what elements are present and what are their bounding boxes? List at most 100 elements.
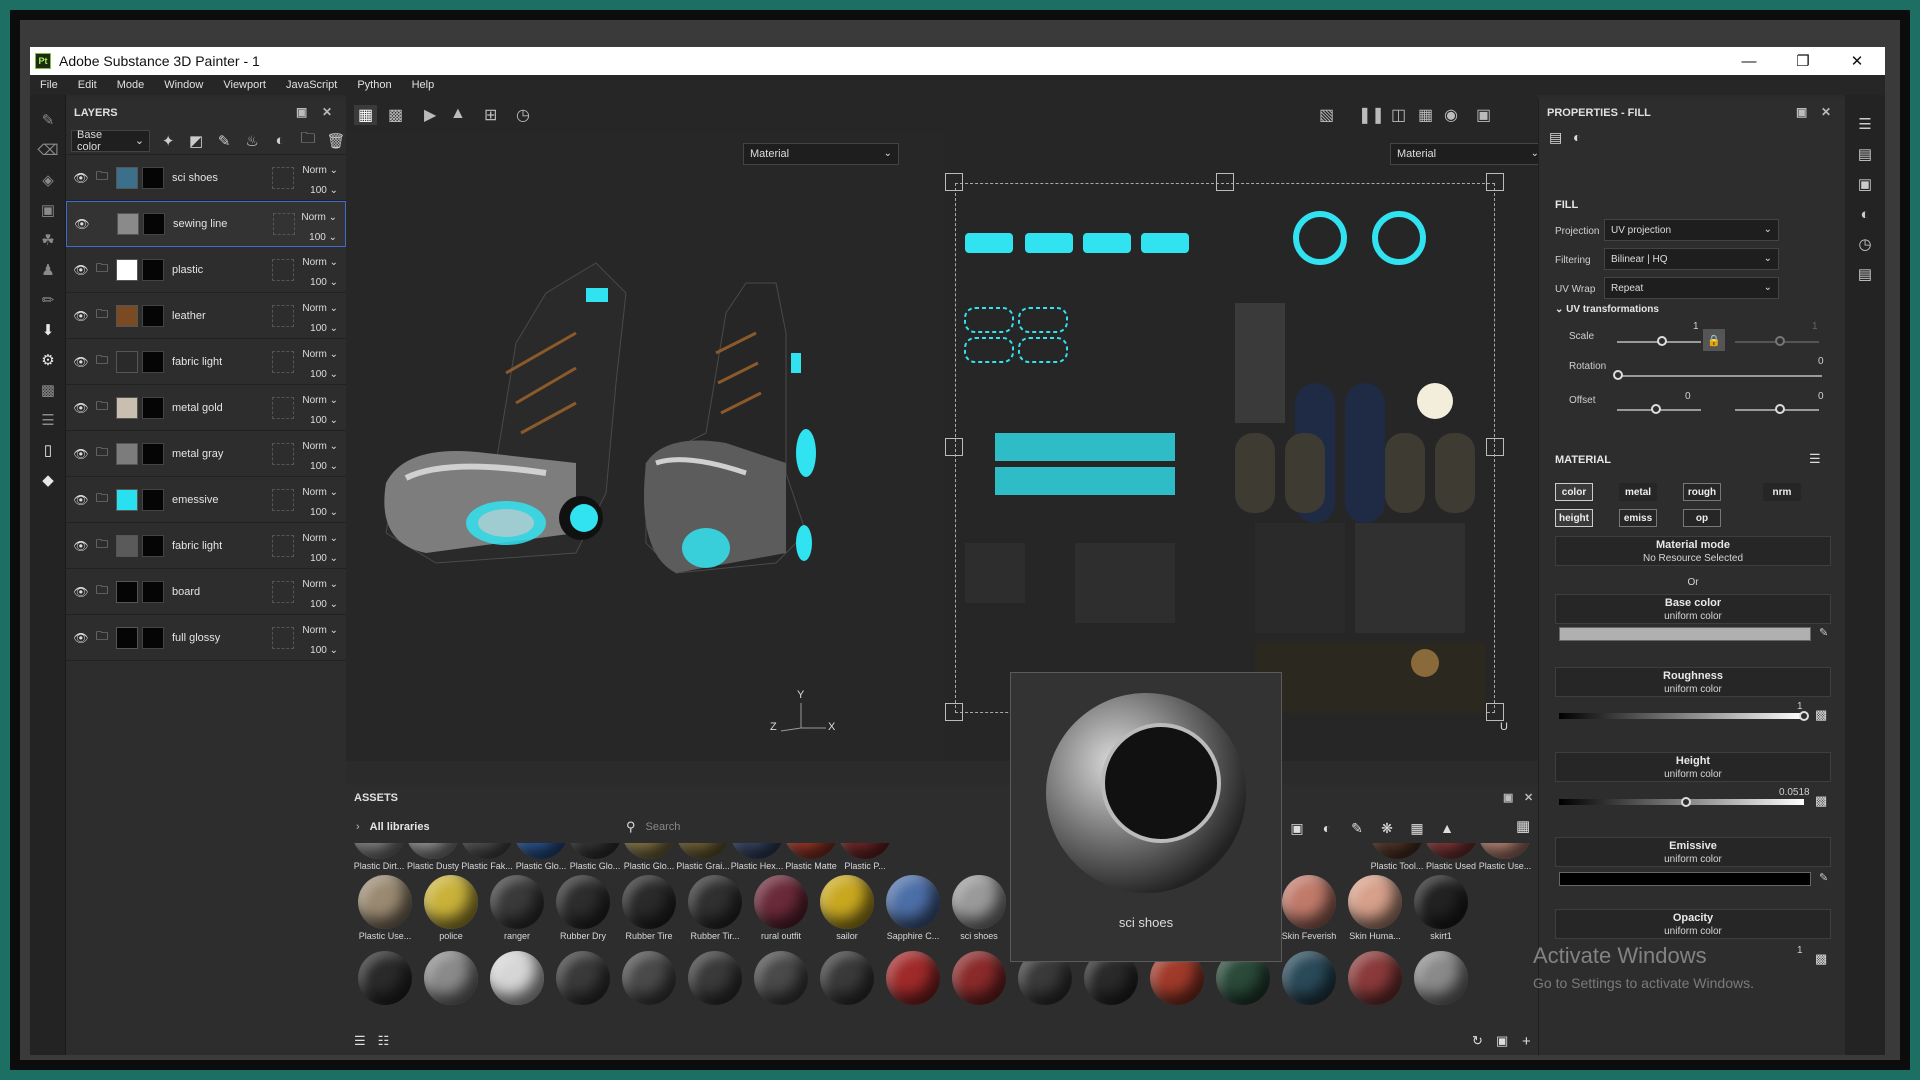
polygon-fill-icon[interactable]: ⬇ [30,315,66,345]
channel-metal-button[interactable]: metal [1619,483,1657,501]
material-tile[interactable] [1276,947,1342,1023]
undock-icon[interactable]: ▣ [296,105,307,119]
material-tile[interactable] [352,947,418,1023]
layer-row[interactable]: 👁 🗀 board Norm ⌄ 100 ⌄ [66,569,346,615]
menu-window[interactable]: Window [154,79,213,91]
menu-javascript[interactable]: JavaScript [276,79,347,91]
layer-blend[interactable]: Norm ⌄ 100 ⌄ [302,437,338,477]
scale-slider-knob[interactable] [1657,336,1667,346]
material-tile[interactable] [1342,947,1408,1023]
viewport-3d[interactable]: Material ⌄ Y X Z [346,133,943,761]
channel-height-button[interactable]: height [1555,509,1593,527]
environment-filter-icon[interactable]: ▲ [1436,817,1458,839]
material-picker-icon[interactable]: ▩ [30,375,66,405]
material-tile[interactable]: Rubber Tire [616,871,682,947]
close-panel-icon[interactable]: ✕ [322,105,332,119]
base-color-swatch[interactable] [1559,627,1811,641]
visibility-eye-icon[interactable]: 👁 [70,539,92,553]
visibility-eye-icon[interactable]: 👁 [70,263,92,277]
visibility-eye-icon[interactable]: 👁 [70,631,92,645]
layer-row[interactable]: 👁 🗀 emessive Norm ⌄ 100 ⌄ [66,477,346,523]
layer-blend[interactable]: Norm ⌄ 100 ⌄ [302,161,338,201]
detail-view-icon[interactable]: ☷ [378,1033,390,1049]
cube-icon[interactable]: ◆ [30,465,66,495]
material-tile[interactable]: Plastic Grai... [676,843,730,871]
library-selector[interactable]: All libraries [370,821,430,833]
hide-icon[interactable]: ▧ [1319,105,1334,125]
layer-blend[interactable]: Norm ⌄ 100 ⌄ [302,575,338,615]
layer-row[interactable]: 👁 sewing line Norm ⌄ 100 ⌄ [66,201,346,247]
history-panel-icon[interactable]: ◷ [1845,229,1885,259]
log-icon[interactable]: ▤ [1845,259,1885,289]
visibility-eye-icon[interactable]: 👁 [70,585,92,599]
symmetry-icon[interactable]: ▶ [424,105,436,125]
visibility-eye-icon[interactable]: 👁 [71,217,93,231]
single-view-icon[interactable]: ▦ [354,105,378,125]
material-tile[interactable]: Plastic Dirt... [352,843,406,871]
add-folder-icon[interactable]: 🗀 [298,128,318,153]
layer-blend[interactable]: Norm ⌄ 100 ⌄ [302,345,338,385]
height-slider-knob[interactable] [1681,797,1692,807]
measure-icon[interactable]: ☰ [30,405,66,435]
channel-nrm-button[interactable]: nrm [1763,483,1801,501]
material-tile[interactable]: Plastic Glo... [568,843,622,871]
material-tile[interactable]: rural outfit [748,871,814,947]
layer-blend[interactable]: Norm ⌄ 100 ⌄ [302,391,338,431]
viewport-2d-mode-select[interactable]: Material ⌄ [1390,143,1546,165]
material-tile[interactable]: skirt1 [1408,871,1474,947]
grid-view-icon[interactable]: ▦ [1516,817,1530,835]
smart-masks-filter-icon[interactable]: ◐ [1316,817,1338,839]
layer-row[interactable]: 👁 🗀 full glossy Norm ⌄ 100 ⌄ [66,615,346,661]
history-icon[interactable]: ◷ [516,105,530,125]
material-menu-icon[interactable]: ☰ [1809,451,1821,467]
split-view-icon[interactable]: ▩ [388,105,403,125]
chevron-right-icon[interactable]: › [356,821,360,833]
texture-slot-icon[interactable]: ▩ [1815,951,1827,967]
material-tile[interactable] [682,947,748,1023]
layer-row[interactable]: 👁 🗀 leather Norm ⌄ 100 ⌄ [66,293,346,339]
material-tile[interactable] [418,947,484,1023]
scale-slider-2-knob[interactable] [1775,336,1785,346]
roughness-slider[interactable] [1559,713,1804,719]
material-tile[interactable]: Rubber Tir... [682,871,748,947]
visibility-eye-icon[interactable]: 👁 [70,493,92,507]
eyedropper-icon[interactable]: ✎ [1819,626,1828,639]
material-tile[interactable]: Plastic P... [838,843,892,871]
material-tile[interactable] [814,947,880,1023]
add-mask-icon[interactable]: ◩ [186,132,206,150]
add-effect-icon[interactable]: ✦ [158,132,178,150]
grids-filter-icon[interactable]: ▦ [1406,817,1428,839]
shader-settings-icon[interactable]: ◐ [1845,199,1885,229]
restore-button[interactable]: ❐ [1776,47,1830,75]
particles-filter-icon[interactable]: ❋ [1376,817,1398,839]
material-tile[interactable]: Plastic Matte [784,843,838,871]
layer-blend[interactable]: Norm ⌄ 100 ⌄ [302,299,338,339]
height-box[interactable]: Height uniform color [1555,752,1831,782]
material-tile[interactable]: Plastic Glo... [514,843,568,871]
layer-blend[interactable]: Norm ⌄ 100 ⌄ [302,483,338,523]
emissive-swatch[interactable] [1559,872,1811,886]
add-smart-material-icon[interactable]: ◐ [270,132,290,149]
texture-set-settings-icon[interactable]: ▤ [1845,139,1885,169]
layer-blend[interactable]: Norm ⌄ 100 ⌄ [301,208,337,248]
flip-icon[interactable]: ◫ [1391,105,1406,125]
projection-icon[interactable]: ◈ [30,165,66,195]
material-tile[interactable]: Plastic Used [1424,843,1478,871]
material-tile[interactable] [946,947,1012,1023]
projection-select[interactable]: UV projection ⌄ [1604,219,1779,241]
layer-row[interactable]: 👁 🗀 fabric light Norm ⌄ 100 ⌄ [66,339,346,385]
material-tile[interactable]: Plastic Use... [1478,843,1532,871]
roughness-box[interactable]: Roughness uniform color [1555,667,1831,697]
layer-blend[interactable]: Norm ⌄ 100 ⌄ [302,253,338,293]
material-tile[interactable]: Plastic Fak... [460,843,514,871]
add-paint-layer-icon[interactable]: ✎ [214,132,234,150]
refresh-icon[interactable]: ↻ [1472,1033,1483,1049]
fill-tab-icon[interactable]: ▤ [1549,129,1562,146]
paint-brush-icon[interactable]: ✎ [30,105,66,135]
polygon-fill-2-icon[interactable]: ⚙ [30,345,66,375]
textures-filter-icon[interactable]: ▣ [1286,817,1308,839]
close-panel-icon[interactable]: ✕ [1821,105,1831,119]
material-tile[interactable]: Plastic Glo... [622,843,676,871]
eyedropper-icon[interactable]: ✎ [1819,871,1828,884]
delete-layer-icon[interactable]: 🗑 [326,132,346,150]
